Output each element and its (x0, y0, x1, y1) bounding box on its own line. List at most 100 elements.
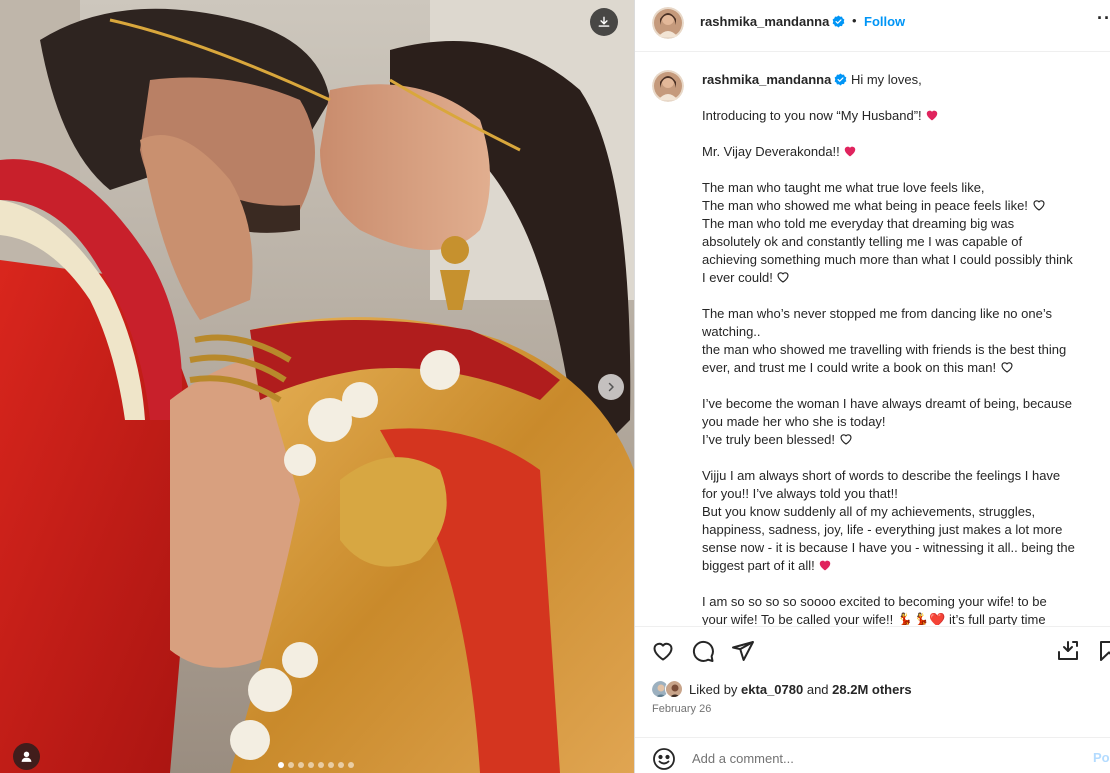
wedding-photo (0, 0, 634, 773)
follow-button[interactable]: Follow (864, 14, 905, 29)
save-button[interactable] (1097, 639, 1110, 666)
emoji-picker-button[interactable] (652, 747, 676, 773)
red-heart-icon (820, 560, 831, 571)
caption-body: Introducing to you now “My Husband”! Mr.… (702, 89, 1106, 625)
caption-line-text: Vijju I am always short of words to desc… (702, 468, 1061, 483)
download-button[interactable] (590, 8, 618, 36)
carousel-dot[interactable] (348, 762, 354, 768)
caption-line-text: But you know suddenly all of my achievem… (702, 504, 1036, 519)
caption-line (702, 125, 1106, 143)
add-to-collection-icon (1058, 641, 1078, 660)
caption-line-text: The man who’s never stopped me from danc… (702, 306, 1052, 321)
caption-line-text: I ever could! (702, 270, 773, 285)
caption-line-text: the man who showed me travelling with fr… (702, 342, 1067, 357)
caption-username[interactable]: rashmika_mandanna (702, 72, 831, 87)
caption-line-text: absolutely ok and constantly telling me … (702, 234, 1023, 249)
separator-dot: • (852, 13, 857, 28)
caption-line-text: Mr. Vijay Deverakonda!! (702, 144, 840, 159)
caption-line-text: ever, and trust me I could write a book … (702, 360, 997, 375)
caption-line-text: sense now - it is because I have you - w… (702, 540, 1075, 555)
share-button[interactable] (731, 639, 755, 666)
caption-line (702, 449, 1106, 467)
caption-line: absolutely ok and constantly telling me … (702, 233, 1106, 251)
caption-line: I ever could! (702, 269, 1106, 287)
carousel-indicator (278, 762, 354, 768)
post-panel: rashmika_mandanna • Follow ··· rashmika_… (634, 0, 1110, 773)
caption-line-text: The man who told me everyday that dreami… (702, 216, 1015, 231)
verified-badge-icon (834, 73, 847, 86)
like-button[interactable] (651, 639, 675, 666)
caption-line-text: I am so so so so soooo excited to becomi… (702, 594, 1047, 609)
liker-avatar (665, 680, 683, 698)
caption-line: The man who showed me what being in peac… (702, 197, 1106, 215)
caption-line: Introducing to you now “My Husband”! (702, 107, 1106, 125)
avatar[interactable] (652, 70, 684, 102)
post-media[interactable] (0, 0, 634, 773)
caption-line: biggest part of it all! (702, 557, 1106, 575)
caption-line: happiness, sadness, joy, life - everythi… (702, 521, 1106, 539)
caption-line-text: you made her who she is today! (702, 414, 886, 429)
avatar[interactable] (652, 7, 684, 39)
caption-first-line: rashmika_mandanna Hi my loves, (702, 71, 1106, 89)
caption-line-text: achieving something much more than what … (702, 252, 1073, 267)
caption-line (702, 377, 1106, 395)
action-bar (635, 626, 1110, 674)
caption-line-text: watching.. (702, 324, 761, 339)
post-comment-button[interactable]: Post (1093, 750, 1110, 765)
caption-line: The man who told me everyday that dreami… (702, 215, 1106, 233)
outline-heart-icon (777, 272, 789, 283)
red-heart-icon (927, 110, 938, 121)
carousel-dot[interactable] (308, 762, 314, 768)
caption-line: The man who taught me what true love fee… (702, 179, 1106, 197)
caption-line: ever, and trust me I could write a book … (702, 359, 1106, 377)
caption-line-text: biggest part of it all! (702, 558, 815, 573)
caption-line: the man who showed me travelling with fr… (702, 341, 1106, 359)
carousel-next-button[interactable] (598, 374, 624, 400)
caption-line-text: Introducing to you now “My Husband”! (702, 108, 922, 123)
outline-heart-icon (1001, 362, 1013, 373)
post-date[interactable]: February 26 (652, 703, 711, 715)
caption-line: I am so so so so soooo excited to becomi… (702, 593, 1106, 611)
comment-button[interactable] (691, 639, 715, 666)
carousel-dot[interactable] (338, 762, 344, 768)
liker-username[interactable]: ekta_0780 (741, 682, 803, 697)
caption-line: your wife! To be called your wife!! 💃💃❤️… (702, 611, 1106, 625)
verified-badge-icon (832, 15, 845, 28)
more-options-button[interactable]: ··· (1097, 8, 1110, 29)
post-header: rashmika_mandanna • Follow ··· (635, 0, 1110, 52)
likes-summary[interactable]: Liked by ekta_0780 and 28.2M others (651, 680, 912, 698)
chevron-right-icon (608, 382, 614, 392)
share-icon (732, 641, 754, 661)
tagged-users-button[interactable] (13, 743, 40, 770)
download-icon (598, 16, 610, 27)
caption-line: achieving something much more than what … (702, 251, 1106, 269)
carousel-dot[interactable] (278, 762, 284, 768)
caption-line: Vijju I am always short of words to desc… (702, 467, 1106, 485)
post-caption: rashmika_mandanna Hi my loves, Introduci… (702, 71, 1106, 625)
carousel-dot[interactable] (318, 762, 324, 768)
caption-line: But you know suddenly all of my achievem… (702, 503, 1106, 521)
caption-line-text: The man who taught me what true love fee… (702, 180, 985, 195)
caption-line: you made her who she is today! (702, 413, 1106, 431)
carousel-dot[interactable] (328, 762, 334, 768)
caption-line (702, 575, 1106, 593)
red-heart-icon (845, 146, 856, 157)
liked-by-text: Liked by ekta_0780 and 28.2M others (689, 681, 912, 697)
caption-line-text: happiness, sadness, joy, life - everythi… (702, 522, 1063, 537)
carousel-dot[interactable] (298, 762, 304, 768)
comment-input[interactable] (692, 748, 1072, 768)
likes-count[interactable]: 28.2M others (832, 682, 911, 697)
comments-scroll-area[interactable]: rashmika_mandanna Hi my loves, Introduci… (635, 53, 1110, 625)
smiley-icon (653, 748, 675, 770)
add-to-collection-button[interactable] (1056, 639, 1080, 666)
caption-line: sense now - it is because I have you - w… (702, 539, 1106, 557)
bookmark-icon (1100, 641, 1110, 661)
caption-line: The man who’s never stopped me from danc… (702, 305, 1106, 323)
caption-line-text: your wife! To be called your wife!! 💃💃❤️… (702, 612, 1046, 625)
caption-line: for you!! I’ve always told you that!! (702, 485, 1106, 503)
carousel-dot[interactable] (288, 762, 294, 768)
caption-line: I’ve truly been blessed! (702, 431, 1106, 449)
username[interactable]: rashmika_mandanna (700, 14, 845, 29)
add-comment-bar: Post (635, 737, 1110, 773)
caption-line-text: I’ve become the woman I have always drea… (702, 396, 1072, 411)
